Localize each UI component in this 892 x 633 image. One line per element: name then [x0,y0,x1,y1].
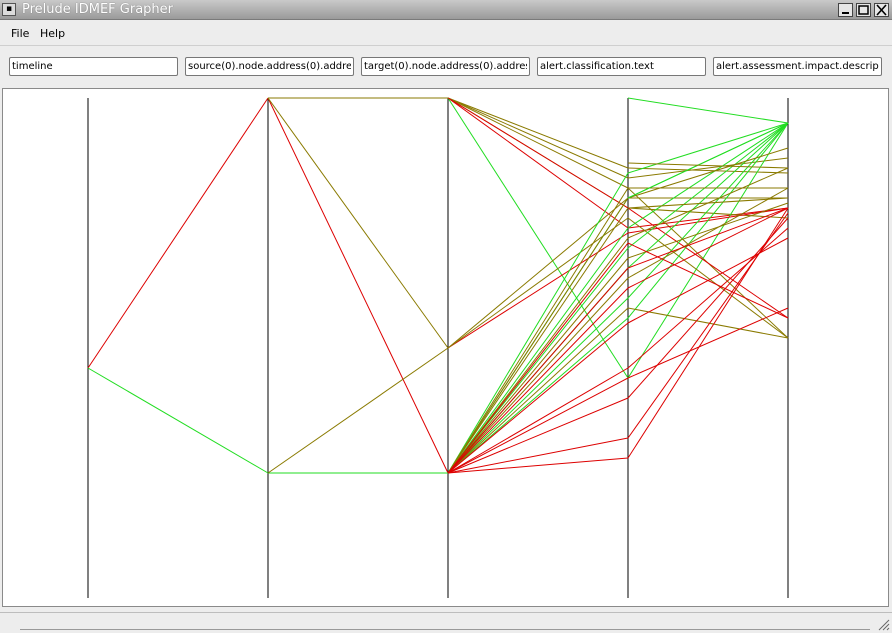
data-line-segment-11-2 [447,97,629,209]
data-line-segment-33-2 [447,322,629,474]
data-line-segment-34-2 [447,287,629,474]
data-line-segment-6-2 [447,97,629,169]
window-title: Prelude IDMEF Grapher [22,2,174,17]
window-menu-icon[interactable]: ▪ [2,3,16,16]
data-line-segment-35-3 [627,242,789,319]
data-line-segment-37-2 [447,377,629,474]
data-line-segment-1-0 [87,367,269,474]
data-line-segment-24-3 [627,167,789,239]
data-line-segment-31-3 [627,217,789,399]
data-line-segment-26-3 [627,187,789,279]
menu-help[interactable]: Help [40,27,65,40]
close-icon[interactable] [874,3,889,17]
data-line-segment-36-2 [447,267,629,474]
data-line-segment-7-2 [447,97,629,189]
data-line-segment-5-2 [447,97,629,229]
data-line-segment-11-3 [627,207,789,319]
data-line-segment-18-3 [627,122,789,249]
data-line-segment-29-2 [447,457,629,474]
axis-field-classification[interactable] [537,57,706,76]
title-bar[interactable]: ▪ Prelude IDMEF Grapher [0,0,892,20]
data-line-segment-4-1 [267,347,449,474]
data-line-segment-36-3 [627,207,789,269]
parallel-coordinates-plot[interactable] [2,88,889,607]
data-line-segment-38-3 [627,97,789,124]
data-line-segment-19-2 [447,227,629,474]
minimize-icon[interactable] [838,3,853,17]
data-line-segment-0-0 [87,97,269,369]
status-divider [20,629,870,630]
data-line-segment-23-2 [447,207,629,474]
data-line-segment-28-2 [447,307,629,474]
data-line-segment-6-3 [627,167,789,174]
data-line-segment-14-3 [627,217,789,339]
maximize-icon[interactable] [856,3,871,17]
menu-file[interactable]: File [11,27,29,40]
data-line-segment-32-3 [627,227,789,369]
data-line-segment-35-2 [447,242,629,474]
status-bar [0,612,892,633]
data-line-segment-3-1 [267,97,449,349]
data-line-segment-37-3 [627,307,789,379]
data-line-segment-27-3 [627,147,789,199]
data-line-segment-8-2 [447,97,629,179]
menu-bar: File Help [0,22,892,44]
axis-field-source-address[interactable] [185,57,354,76]
data-line-segment-0-1 [267,97,449,474]
plot-canvas [87,97,789,598]
resize-grip-icon[interactable] [878,619,890,631]
menu-separator [0,45,892,46]
data-line-segment-21-2 [447,172,629,474]
data-line-segment-16-2 [447,297,629,474]
axis-field-timeline[interactable] [9,57,178,76]
axis-field-impact-description[interactable] [713,57,882,76]
data-line-segment-32-2 [447,367,629,474]
axis-field-target-address[interactable] [361,57,530,76]
